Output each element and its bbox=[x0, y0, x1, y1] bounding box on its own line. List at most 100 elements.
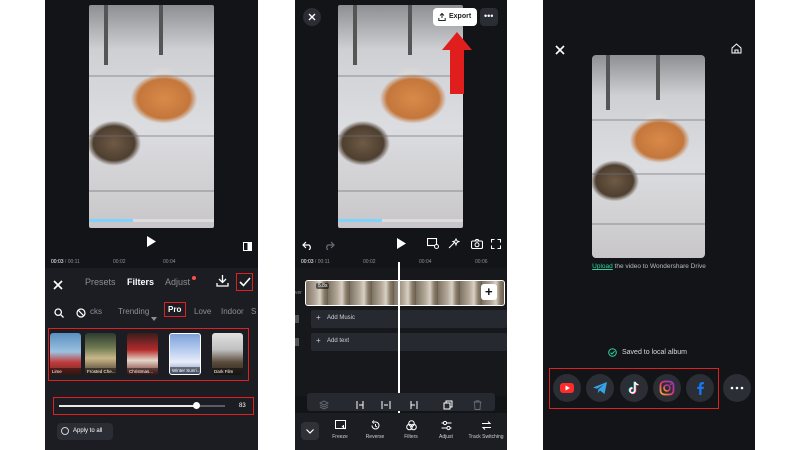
add-text-label: Add text bbox=[327, 338, 350, 344]
tool-label: Reverse bbox=[365, 434, 385, 440]
play-button[interactable] bbox=[396, 236, 406, 254]
tool-label: Freeze bbox=[332, 434, 348, 440]
facebook-icon bbox=[697, 382, 704, 395]
play-button[interactable] bbox=[146, 234, 156, 252]
filter-thumb[interactable]: Christmas... bbox=[127, 333, 158, 375]
ruler-tick: 00:04 bbox=[419, 259, 432, 265]
home-icon[interactable] bbox=[731, 41, 742, 59]
exported-video-preview[interactable] bbox=[592, 55, 705, 258]
saved-label: Saved to local album bbox=[622, 349, 687, 356]
intensity-slider-track[interactable] bbox=[59, 402, 225, 409]
music-track-icon bbox=[295, 315, 299, 323]
editor-screen: Export ••• 00:03 / 00:11 00:02 00:04 00:… bbox=[295, 0, 507, 450]
share-screen: Upload the video to Wondershare Drive Sa… bbox=[543, 0, 755, 450]
current-time: 00:03 bbox=[301, 259, 314, 265]
upload-link[interactable]: Upload bbox=[592, 263, 613, 270]
total-time: 00:11 bbox=[67, 259, 80, 265]
reverse-icon bbox=[371, 420, 379, 430]
youtube-icon bbox=[560, 383, 574, 393]
ruler-tick: 00:04 bbox=[163, 259, 176, 265]
check-circle-icon bbox=[608, 348, 617, 357]
more-icon bbox=[730, 386, 744, 390]
crop-icon[interactable] bbox=[426, 236, 439, 254]
share-instagram[interactable] bbox=[653, 374, 681, 402]
tool-label: Track Switching bbox=[468, 434, 504, 440]
ruler-tick: 00:02 bbox=[113, 259, 126, 265]
text-track-icon bbox=[295, 338, 299, 346]
camera-icon[interactable] bbox=[470, 236, 484, 254]
category-item[interactable]: Trending bbox=[118, 307, 149, 316]
add-music-label: Add Music bbox=[327, 315, 356, 321]
arrow-up-icon bbox=[442, 32, 472, 99]
upload-to-drive-text: Upload the video to Wondershare Drive bbox=[543, 263, 755, 270]
upload-description: the video to Wondershare Drive bbox=[612, 263, 706, 270]
freeze-icon bbox=[334, 420, 346, 430]
checkbox-icon bbox=[61, 426, 69, 435]
tiktok-icon bbox=[628, 381, 639, 395]
share-tiktok[interactable] bbox=[620, 374, 648, 402]
close-icon[interactable] bbox=[53, 277, 63, 295]
notification-dot bbox=[192, 276, 196, 280]
clip-edit-toolbar bbox=[307, 393, 495, 411]
filters-screen: 00:03 / 00:11 00:02 00:04 Presets Filter… bbox=[45, 0, 258, 450]
total-time: 00:11 bbox=[317, 259, 330, 265]
tool-adjust[interactable]: Adjust bbox=[431, 420, 461, 440]
category-item[interactable]: S bbox=[251, 307, 256, 316]
tool-freeze[interactable]: Freeze bbox=[325, 420, 355, 440]
export-button[interactable]: Export bbox=[433, 8, 477, 26]
current-time: 00:03 bbox=[51, 259, 64, 265]
tool-filters[interactable]: Filters bbox=[396, 420, 426, 440]
video-clip-track[interactable]: 5.8s bbox=[305, 280, 505, 306]
chevron-down-icon bbox=[151, 309, 157, 327]
tool-label: Adjust bbox=[439, 434, 453, 440]
video-preview bbox=[89, 5, 214, 228]
track-side-label: ver bbox=[295, 290, 302, 296]
filter-thumb-selected[interactable]: Winter Sunri... bbox=[169, 333, 201, 375]
collapse-button[interactable] bbox=[301, 422, 319, 440]
share-more[interactable] bbox=[723, 374, 751, 402]
download-icon[interactable] bbox=[216, 274, 229, 292]
ruler-tick: 00:02 bbox=[363, 259, 376, 265]
ruler-tick: 00:06 bbox=[475, 259, 488, 265]
category-item[interactable]: Indoor bbox=[221, 307, 244, 316]
more-options-button[interactable]: ••• bbox=[480, 8, 498, 26]
telegram-icon bbox=[593, 382, 607, 394]
tab-filters[interactable]: Filters bbox=[127, 277, 154, 287]
tool-label: Filters bbox=[404, 434, 418, 440]
fullscreen-icon[interactable] bbox=[490, 236, 502, 254]
share-facebook[interactable] bbox=[686, 374, 714, 402]
fullscreen-icon[interactable] bbox=[243, 238, 252, 256]
category-pro[interactable]: Pro bbox=[164, 302, 186, 317]
undo-icon[interactable] bbox=[302, 237, 313, 255]
redo-icon[interactable] bbox=[324, 237, 335, 255]
instagram-icon bbox=[659, 380, 675, 396]
category-item[interactable]: cks bbox=[90, 307, 102, 316]
close-icon[interactable] bbox=[555, 42, 565, 60]
adjust-icon bbox=[441, 420, 451, 431]
close-button[interactable] bbox=[303, 8, 321, 26]
no-filter-icon[interactable] bbox=[76, 305, 86, 323]
filter-thumb[interactable]: Lime bbox=[50, 333, 81, 375]
tool-track-switching[interactable]: Track Switching bbox=[467, 420, 505, 440]
share-telegram[interactable] bbox=[586, 374, 614, 402]
share-youtube[interactable] bbox=[553, 374, 581, 402]
clip-duration-badge: 5.8s bbox=[316, 283, 330, 289]
tool-reverse[interactable]: Reverse bbox=[360, 420, 390, 440]
tab-presets[interactable]: Presets bbox=[85, 277, 116, 287]
confirm-button[interactable] bbox=[236, 273, 253, 291]
category-item[interactable]: Love bbox=[194, 307, 211, 316]
add-text-row[interactable]: + Add text bbox=[311, 333, 507, 351]
filters-icon bbox=[405, 420, 417, 431]
intensity-value: 83 bbox=[239, 403, 246, 409]
export-label: Export bbox=[449, 13, 472, 20]
upload-icon bbox=[438, 13, 446, 21]
apply-to-all-label: Apply to all bbox=[73, 427, 103, 434]
tab-adjust[interactable]: Adjust bbox=[165, 277, 190, 287]
search-icon[interactable] bbox=[54, 305, 64, 323]
add-music-row[interactable]: + Add Music bbox=[311, 310, 507, 328]
apply-to-all-button[interactable]: Apply to all bbox=[57, 423, 113, 440]
filter-thumb[interactable]: Dark Film bbox=[212, 333, 243, 375]
add-clip-button[interactable]: + bbox=[481, 284, 497, 300]
magic-wand-icon[interactable] bbox=[448, 236, 461, 254]
filter-thumb[interactable]: Frosted Che... bbox=[85, 333, 116, 375]
